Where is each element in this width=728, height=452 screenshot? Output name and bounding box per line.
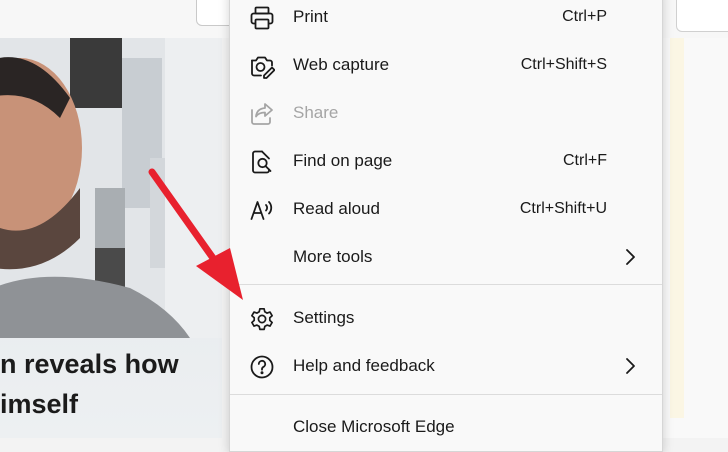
annotation-arrow-icon [148,168,243,300]
